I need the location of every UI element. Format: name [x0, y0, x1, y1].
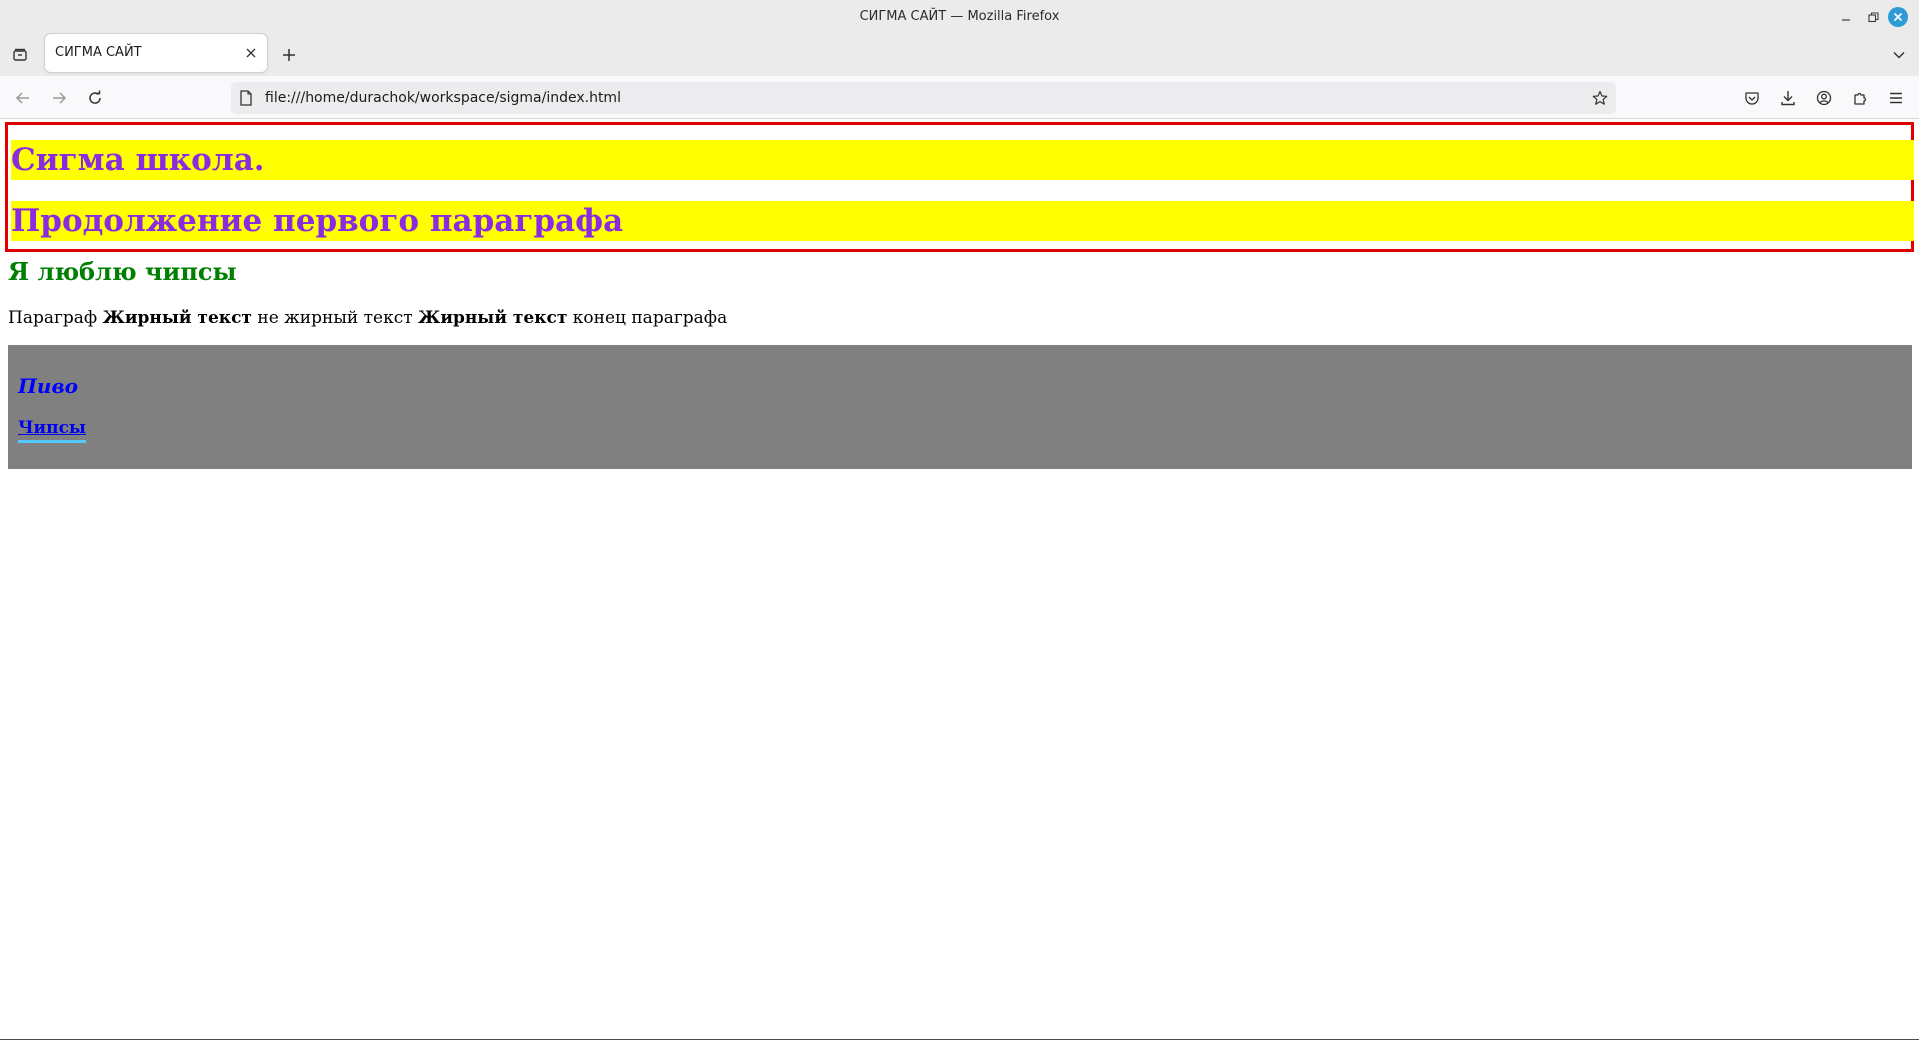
chips-link[interactable]: Чипсы: [18, 416, 86, 443]
bold-text: Жирный текст: [102, 308, 252, 328]
paragraph: Параграф Жирный текст не жирный текст Жи…: [8, 305, 727, 331]
new-tab-button[interactable]: [278, 44, 300, 66]
address-bar[interactable]: file:///home/durachok/workspace/sigma/in…: [231, 82, 1616, 114]
app-menu-button[interactable]: [1883, 85, 1909, 111]
tab-close-button[interactable]: [243, 45, 259, 61]
navigation-toolbar: file:///home/durachok/workspace/sigma/in…: [0, 76, 1919, 119]
firefox-view-button[interactable]: [9, 44, 31, 66]
heading-sigma-school: Сигма школа.: [11, 140, 1914, 180]
hamburger-icon: [1890, 92, 1902, 104]
arrow-right-icon: [53, 92, 67, 104]
page-content: Сигма школа. Продолжение первого парагра…: [0, 119, 1919, 1040]
list-all-tabs-button[interactable]: [1888, 44, 1910, 66]
bookmark-star-button[interactable]: [1590, 88, 1610, 108]
extensions-button[interactable]: [1847, 85, 1873, 111]
arrow-left-icon: [15, 92, 29, 104]
beer-heading: Пиво: [18, 374, 78, 398]
restore-icon: [1867, 11, 1879, 22]
window-title: СИГМА САЙТ — Mozilla Firefox: [859, 9, 1060, 24]
window-titlebar: СИГМА САЙТ — Mozilla Firefox: [0, 0, 1919, 34]
account-button[interactable]: [1811, 85, 1837, 111]
reload-icon: [89, 90, 101, 104]
downloads-button[interactable]: [1775, 85, 1801, 111]
tab-sigma-site[interactable]: СИГМА САЙТ: [45, 34, 267, 72]
forward-button[interactable]: [46, 85, 72, 111]
minimize-icon: [1842, 19, 1850, 21]
pocket-icon: [1745, 92, 1759, 105]
account-icon: [1816, 90, 1832, 106]
close-icon: [246, 48, 256, 58]
heading-first-paragraph-continuation: Продолжение первого параграфа: [11, 201, 1914, 241]
red-bordered-section: Сигма школа. Продолжение первого парагра…: [5, 122, 1914, 252]
paragraph-text: не жирный текст: [257, 308, 413, 328]
plus-icon: [283, 49, 295, 61]
pocket-button[interactable]: [1739, 85, 1765, 111]
reload-button[interactable]: [82, 85, 108, 111]
page-icon: [237, 89, 255, 107]
back-button[interactable]: [10, 85, 36, 111]
minimize-button[interactable]: [1836, 7, 1856, 27]
download-icon: [1781, 91, 1795, 106]
heading-i-love-chips: Я люблю чипсы: [8, 257, 237, 286]
firefox-view-icon: [13, 48, 27, 61]
close-window-button[interactable]: [1888, 7, 1908, 27]
close-icon: [1894, 13, 1902, 21]
tab-title: СИГМА САЙТ: [55, 45, 142, 60]
restore-button[interactable]: [1863, 7, 1883, 27]
chevron-down-icon: [1893, 51, 1905, 59]
gray-section: Пиво Чипсы: [8, 345, 1912, 469]
puzzle-icon: [1854, 92, 1867, 105]
bold-text: Жирный текст: [418, 308, 568, 328]
url-text[interactable]: file:///home/durachok/workspace/sigma/in…: [265, 82, 621, 114]
star-icon: [1592, 90, 1608, 105]
tab-bar: СИГМА САЙТ: [0, 34, 1919, 76]
paragraph-text: конец параграфа: [572, 308, 728, 328]
paragraph-text: Параграф: [8, 308, 98, 328]
